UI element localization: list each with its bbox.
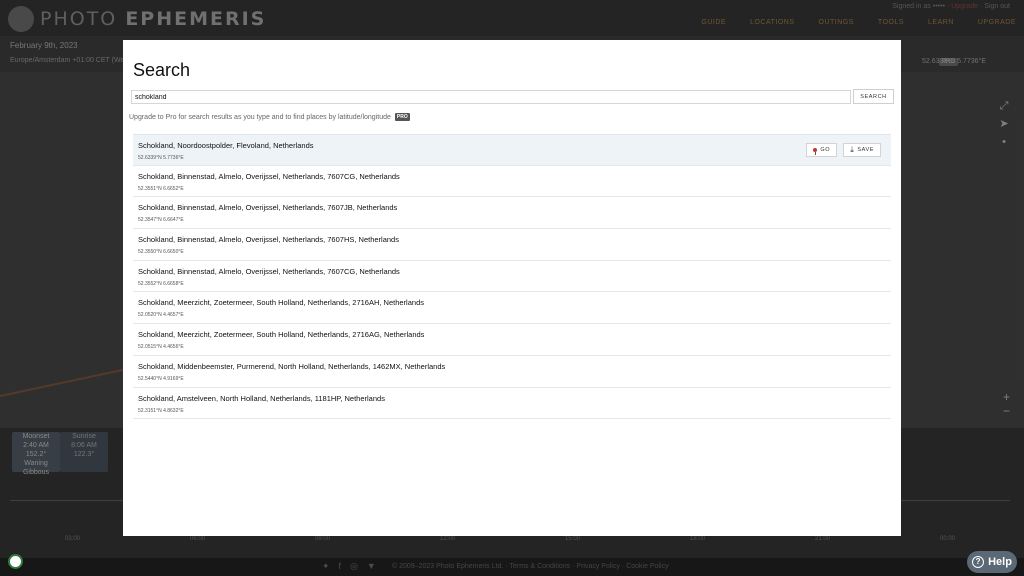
pro-badge: PRO [394, 113, 410, 121]
go-label: GO [820, 147, 831, 153]
result-coordinates: 52.0515°N 4.4656°E [138, 344, 184, 351]
map-pin-icon [813, 148, 818, 155]
result-coordinates: 52.6339°N 5.7736°E [138, 155, 184, 161]
result-name: Schokland, Amstelveen, North Holland, Ne… [138, 393, 385, 403]
search-result-item[interactable]: Schokland, Meerzicht, Zoetermeer, South … [133, 292, 891, 325]
result-name: Schokland, Noordoostpolder, Flevoland, N… [138, 141, 314, 150]
upgrade-notice: Upgrade to Pro for search results as you… [129, 113, 410, 121]
search-result-item[interactable]: Schokland, Amstelveen, North Holland, Ne… [133, 388, 891, 420]
search-result-item[interactable]: Schokland, Middenbeemster, Purmerend, No… [133, 356, 891, 388]
result-name: Schokland, Meerzicht, Zoetermeer, South … [138, 298, 424, 308]
save-label: SAVE [857, 147, 874, 153]
result-coordinates: 52.3551°N 6.6652°E [138, 185, 184, 192]
result-coordinates: 52.3550°N 6.6650°E [138, 249, 184, 256]
result-coordinates: 52.3151°N 4.8632°E [138, 407, 184, 414]
download-icon: ⤓ [850, 145, 855, 154]
accessibility-button[interactable] [8, 554, 23, 569]
search-result-item[interactable]: Schokland, Meerzicht, Zoetermeer, South … [133, 324, 891, 356]
search-result-item[interactable]: Schokland, Binnenstad, Almelo, Overijsse… [133, 261, 891, 293]
help-button[interactable]: ? Help [967, 551, 1017, 573]
help-label: Help [988, 556, 1012, 568]
result-name: Schokland, Middenbeemster, Purmerend, No… [138, 361, 446, 371]
save-button[interactable]: ⤓ SAVE [843, 143, 881, 157]
result-name: Schokland, Binnenstad, Almelo, Overijsse… [138, 235, 399, 245]
search-modal: Search SEARCH Upgrade to Pro for search … [123, 40, 901, 536]
search-results: Schokland, Noordoostpolder, Flevoland, N… [133, 134, 891, 420]
result-coordinates: 52.5440°N 4.9169°E [138, 375, 184, 382]
search-result-item[interactable]: Schokland, Binnenstad, Almelo, Overijsse… [133, 229, 891, 261]
result-coordinates: 52.0520°N 4.4657°E [138, 312, 184, 319]
result-actions: GO ⤓ SAVE [806, 143, 881, 157]
upgrade-text[interactable]: Upgrade to Pro for search results as you… [129, 114, 391, 121]
go-button[interactable]: GO [806, 143, 838, 157]
result-name: Schokland, Binnenstad, Almelo, Overijsse… [138, 203, 398, 213]
result-name: Schokland, Binnenstad, Almelo, Overijsse… [138, 171, 400, 181]
search-input[interactable] [131, 90, 851, 104]
search-button[interactable]: SEARCH [853, 89, 894, 104]
result-coordinates: 52.3552°N 6.6658°E [138, 280, 184, 287]
modal-title: Search [133, 60, 191, 80]
search-result-item[interactable]: Schokland, Noordoostpolder, Flevoland, N… [133, 134, 891, 166]
question-icon: ? [972, 556, 985, 568]
search-result-item[interactable]: Schokland, Binnenstad, Almelo, Overijsse… [133, 197, 891, 230]
search-result-item[interactable]: Schokland, Binnenstad, Almelo, Overijsse… [133, 166, 891, 198]
result-name: Schokland, Meerzicht, Zoetermeer, South … [138, 330, 425, 340]
result-coordinates: 52.3547°N 6.6647°E [138, 217, 184, 224]
result-name: Schokland, Binnenstad, Almelo, Overijsse… [138, 266, 400, 276]
